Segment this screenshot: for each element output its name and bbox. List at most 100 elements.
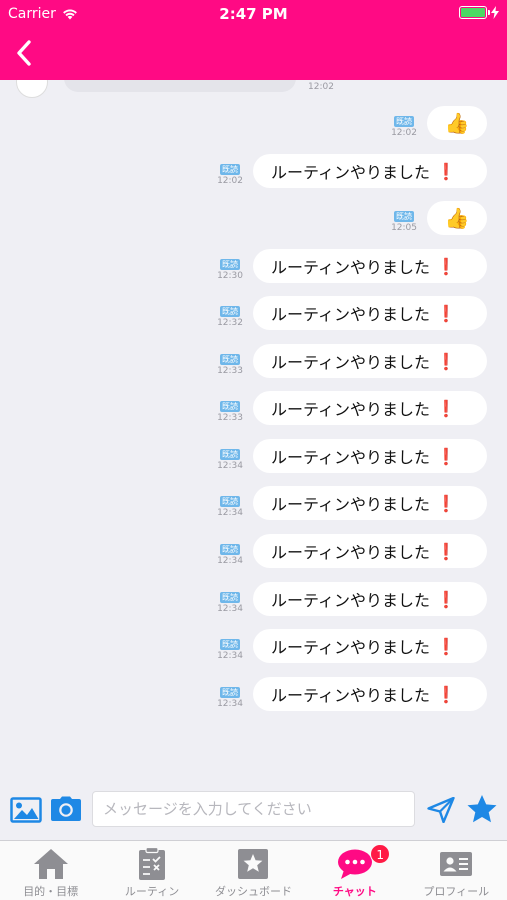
message-bubble[interactable]: 👍 [427, 106, 487, 140]
message-text: ルーティンやりました [271, 353, 431, 372]
message-bubble[interactable]: 👍 [427, 201, 487, 235]
message-meta: 既読 12:34 [217, 592, 243, 615]
read-receipt: 既読 [220, 592, 241, 603]
read-receipt: 既読 [220, 449, 241, 460]
message-text: ルーティンやりました [271, 543, 431, 562]
message-row: 既読 12:33 ルーティンやりました ❗ [217, 344, 487, 378]
exclamation-mark: ❗ [436, 493, 456, 513]
message-text: ルーティンやりました [271, 163, 431, 182]
home-icon [33, 849, 68, 879]
checklist-icon [139, 847, 166, 880]
charging-bolt-icon [491, 6, 499, 19]
exclamation-mark: ❗ [436, 303, 456, 323]
message-row: 既読 12:30 ルーティンやりました ❗ [217, 249, 487, 283]
message-input[interactable] [92, 791, 415, 827]
tab-profile[interactable]: プロフィール [406, 841, 507, 900]
read-receipt: 既読 [220, 639, 241, 650]
tab-chat[interactable]: チャット 1 [304, 841, 405, 900]
message-text: ルーティンやりました [271, 305, 431, 324]
tab-label: 目的・目標 [23, 885, 79, 898]
read-receipt: 既読 [220, 401, 241, 412]
read-receipt: 既読 [220, 496, 241, 507]
message-bubble[interactable]: ルーティンやりました ❗ [253, 391, 487, 425]
chat-area[interactable]: 12:02 既読 12:02 👍 既読 12:02 ルーティンやりました ❗ 既読… [0, 80, 507, 780]
exclamation-mark: ❗ [436, 541, 456, 561]
message-bubble[interactable]: ルーティンやりました ❗ [253, 677, 487, 711]
tab-dashboard[interactable]: ダッシュボード [203, 841, 304, 900]
message-time: 12:32 [217, 318, 243, 328]
tab-bar: 目的・目標 ルーティン ダッシュボード チャット 1 プロフィール [0, 840, 507, 900]
message-bubble[interactable]: ルーティンやりました ❗ [253, 486, 487, 520]
tab-label: チャット [332, 885, 377, 898]
message-time: 12:34 [217, 604, 243, 614]
chat-bubble-icon [337, 849, 372, 879]
message-bubble[interactable]: ルーティンやりました ❗ [253, 439, 487, 473]
message-text: ルーティンやりました [271, 638, 431, 657]
star-icon [467, 795, 497, 823]
send-button[interactable] [427, 796, 455, 827]
read-receipt: 既読 [220, 687, 241, 698]
message-time: 12:34 [217, 651, 243, 661]
chevron-left-icon [17, 40, 31, 66]
message-meta: 既読 12:33 [217, 401, 243, 424]
message-row: 既読 12:34 ルーティンやりました ❗ [217, 582, 487, 616]
message-row: 既読 12:02 👍 [391, 106, 487, 140]
message-row: 既読 12:05 👍 [391, 201, 487, 235]
message-time: 12:33 [217, 413, 243, 423]
incoming-timestamp: 12:02 [308, 82, 334, 92]
message-bubble[interactable]: ルーティンやりました ❗ [253, 344, 487, 378]
message-bubble[interactable]: ルーティンやりました ❗ [253, 629, 487, 663]
message-time: 12:34 [217, 699, 243, 709]
exclamation-mark: ❗ [436, 684, 456, 704]
tab-label: ルーティン [124, 885, 180, 898]
message-row: 既読 12:34 ルーティンやりました ❗ [217, 629, 487, 663]
message-time: 12:02 [391, 128, 417, 138]
message-bubble[interactable]: ルーティンやりました ❗ [253, 582, 487, 616]
battery-icon [459, 6, 490, 19]
message-meta: 既読 12:30 [217, 259, 243, 282]
message-meta: 既読 12:05 [391, 211, 417, 234]
tab-goals[interactable]: 目的・目標 [0, 841, 101, 900]
image-picker-button[interactable] [10, 796, 42, 828]
back-button[interactable] [10, 36, 40, 70]
message-row: 既読 12:34 ルーティンやりました ❗ [217, 677, 487, 711]
tab-routine[interactable]: ルーティン [101, 841, 202, 900]
favorite-button[interactable] [466, 794, 498, 829]
message-meta: 既読 12:34 [217, 639, 243, 662]
exclamation-mark: ❗ [436, 636, 456, 656]
message-time: 12:34 [217, 508, 243, 518]
read-receipt: 既読 [394, 211, 415, 222]
thumbs-up-emoji: 👍 [444, 111, 470, 135]
message-text: ルーティンやりました [271, 448, 431, 467]
message-row: 既読 12:34 ルーティンやりました ❗ [217, 439, 487, 473]
message-time: 12:34 [217, 556, 243, 566]
message-bubble[interactable]: ルーティンやりました ❗ [253, 249, 487, 283]
nav-header: Carrier 2:47 PM [0, 0, 507, 80]
read-receipt: 既読 [220, 354, 241, 365]
send-icon [427, 796, 455, 824]
message-meta: 既読 12:34 [217, 544, 243, 567]
camera-button[interactable] [50, 795, 82, 827]
status-time: 2:47 PM [219, 5, 288, 23]
battery-indicator [459, 6, 499, 19]
message-row: 既読 12:34 ルーティンやりました ❗ [217, 486, 487, 520]
exclamation-mark: ❗ [436, 256, 456, 276]
message-time: 12:05 [391, 223, 417, 233]
message-text: ルーティンやりました [271, 591, 431, 610]
message-bubble[interactable]: ルーティンやりました ❗ [253, 154, 487, 188]
star-box-icon [238, 849, 269, 879]
message-meta: 既読 12:02 [391, 116, 417, 139]
read-receipt: 既読 [220, 544, 241, 555]
message-meta: 既読 12:33 [217, 354, 243, 377]
exclamation-mark: ❗ [436, 446, 456, 466]
message-input-bar [0, 784, 507, 840]
message-row: 既読 12:33 ルーティンやりました ❗ [217, 391, 487, 425]
message-bubble[interactable]: ルーティンやりました ❗ [253, 534, 487, 568]
message-time: 12:34 [217, 461, 243, 471]
exclamation-mark: ❗ [436, 161, 456, 181]
tab-label: プロフィール [423, 885, 490, 898]
thumbs-up-emoji: 👍 [444, 206, 470, 230]
image-icon [10, 797, 42, 823]
exclamation-mark: ❗ [436, 589, 456, 609]
message-bubble[interactable]: ルーティンやりました ❗ [253, 296, 487, 330]
